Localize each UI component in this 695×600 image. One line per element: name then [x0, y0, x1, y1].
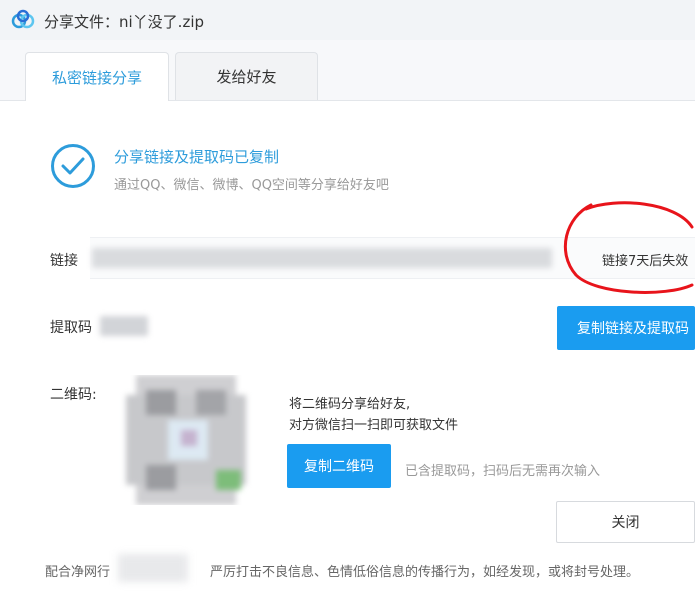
- qr-note: 已含提取码，扫码后无需再次输入: [405, 464, 601, 479]
- footer-prefix: 配合净网行: [45, 565, 111, 580]
- copy-qr-button[interactable]: 复制二维码: [287, 444, 391, 488]
- copy-link-and-code-button[interactable]: 复制链接及提取码: [557, 306, 695, 350]
- qr-description-line2: 对方微信扫一扫即可获取文件: [289, 418, 459, 433]
- success-title: 分享链接及提取码已复制: [114, 148, 280, 166]
- qr-code-image: [126, 375, 246, 505]
- success-subtitle: 通过QQ、微信、微博、QQ空间等分享给好友吧: [114, 178, 389, 193]
- redacted-code: [100, 316, 148, 336]
- qr-description-line1: 将二维码分享给好友,: [289, 397, 411, 412]
- footer-suffix: 严厉打击不良信息、色情低俗信息的传播行为，如经发现，或将封号处理。: [210, 565, 640, 580]
- check-circle-icon: [51, 144, 95, 188]
- qr-label: 二维码:: [50, 387, 97, 403]
- window-title: 分享文件：ni丫没了.zip: [44, 13, 205, 31]
- redacted-footer: [118, 554, 188, 582]
- close-button[interactable]: 关闭: [556, 501, 695, 543]
- tab-private-link[interactable]: 私密链接分享: [25, 52, 169, 101]
- title-bar: 分享文件：ni丫没了.zip: [0, 0, 695, 40]
- code-label: 提取码: [50, 320, 92, 336]
- red-annotation-circle: [563, 201, 694, 294]
- tab-send-to-friend[interactable]: 发给好友: [175, 52, 318, 100]
- redacted-link: [92, 248, 552, 268]
- link-label: 链接: [50, 253, 78, 269]
- baidu-netdisk-logo-icon: [11, 9, 35, 29]
